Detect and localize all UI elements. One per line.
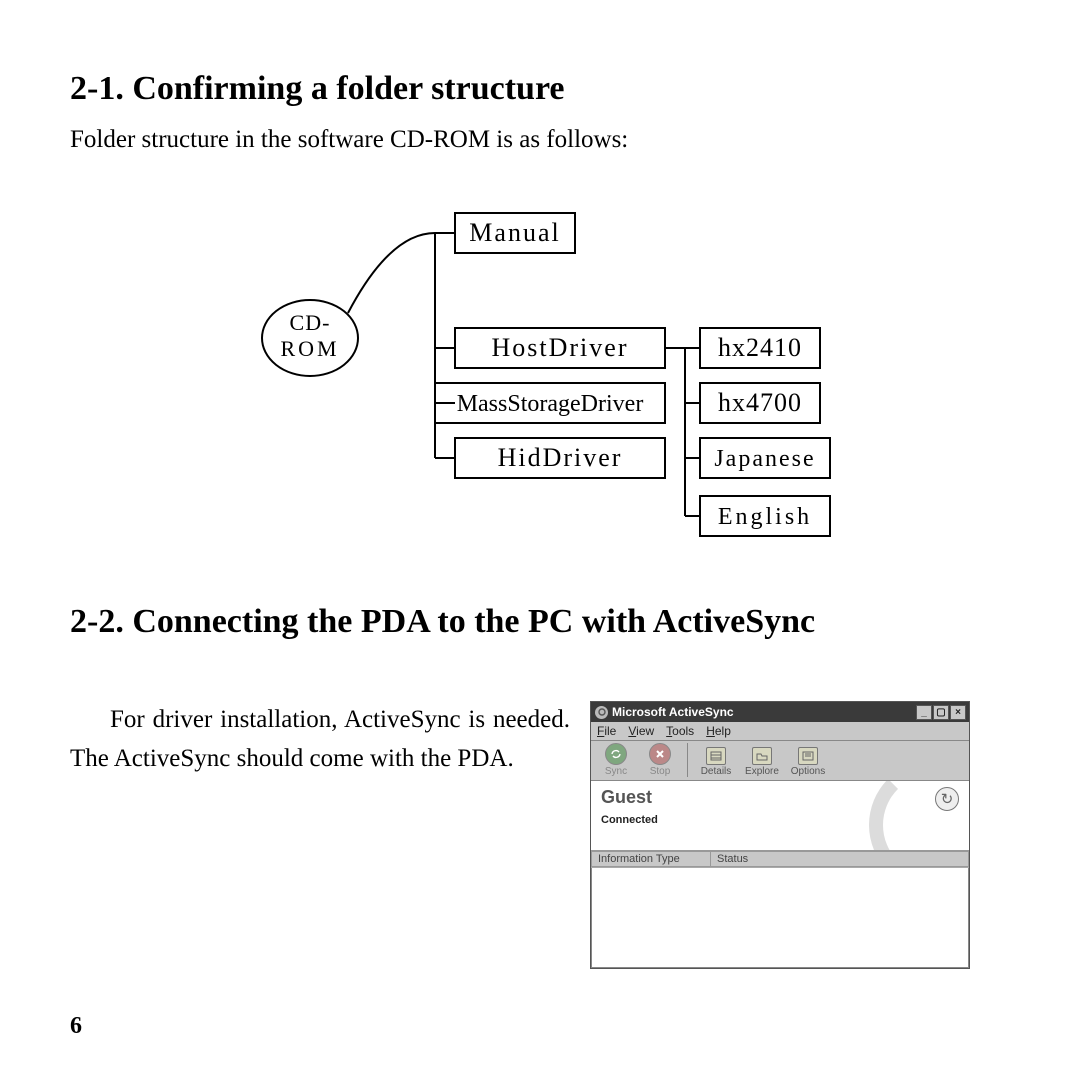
node-hiddriver: HidDriver: [498, 443, 623, 472]
toolbar-separator: [687, 743, 688, 777]
stop-icon: [649, 743, 671, 765]
svg-text:CD-: CD-: [290, 310, 331, 335]
node-english: English: [718, 504, 812, 530]
tool-details-label: Details: [701, 766, 732, 777]
tool-details[interactable]: Details: [694, 747, 738, 777]
section-1-body: Folder structure in the software CD-ROM …: [70, 122, 1010, 158]
node-manual: Manual: [469, 218, 560, 247]
list-body: [591, 868, 969, 968]
section-2-body: For driver installation, ActiveSync is n…: [70, 701, 570, 779]
menu-bar: File View Tools Help: [591, 722, 969, 741]
tool-options[interactable]: Options: [786, 747, 830, 777]
details-icon: [706, 747, 726, 765]
page-number: 6: [70, 1013, 82, 1040]
tool-stop[interactable]: Stop: [639, 743, 681, 777]
node-hx2410: hx2410: [718, 333, 802, 362]
menu-help[interactable]: Help: [706, 724, 731, 738]
explore-icon: [752, 747, 772, 765]
titlebar: Microsoft ActiveSync _ ▢ ×: [591, 702, 969, 722]
menu-tools[interactable]: Tools: [666, 724, 694, 738]
close-button[interactable]: ×: [950, 705, 966, 720]
tool-explore-label: Explore: [745, 766, 779, 777]
menu-file[interactable]: File: [597, 724, 616, 738]
toolbar: Sync Stop Details Explore: [591, 741, 969, 781]
app-icon: [595, 706, 608, 719]
column-status[interactable]: Status: [711, 851, 969, 867]
tool-options-label: Options: [791, 766, 825, 777]
column-info-type[interactable]: Information Type: [591, 851, 711, 867]
section-1-heading: 2-1. Confirming a folder structure: [70, 70, 1010, 108]
menu-view[interactable]: View: [628, 724, 654, 738]
status-pane: Guest Connected ↻: [591, 781, 969, 851]
section-2-heading: 2-2. Connecting the PDA to the PC with A…: [70, 603, 1010, 641]
node-hx4700: hx4700: [718, 388, 802, 417]
node-hostdriver: HostDriver: [492, 333, 629, 362]
minimize-button[interactable]: _: [916, 705, 932, 720]
list-header: Information Type Status: [591, 851, 969, 868]
folder-structure-diagram: CD- ROM Manual HostDriver MassStorageDri…: [240, 198, 840, 553]
options-icon: [798, 747, 818, 765]
node-massstorage: MassStorageDriver: [457, 391, 644, 417]
maximize-button[interactable]: ▢: [933, 705, 949, 720]
tool-sync[interactable]: Sync: [595, 743, 637, 777]
node-japanese: Japanese: [714, 446, 815, 472]
tool-explore[interactable]: Explore: [740, 747, 784, 777]
tool-sync-label: Sync: [605, 766, 627, 777]
svg-text:ROM: ROM: [280, 336, 339, 361]
sync-icon: [605, 743, 627, 765]
tool-stop-label: Stop: [650, 766, 671, 777]
window-title: Microsoft ActiveSync: [612, 705, 916, 719]
activesync-window: Microsoft ActiveSync _ ▢ × File View Too…: [590, 701, 970, 969]
